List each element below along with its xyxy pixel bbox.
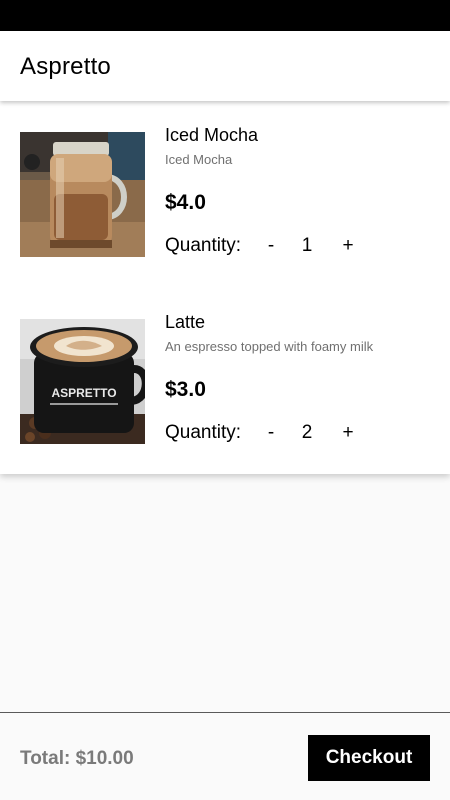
app-title: Aspretto: [20, 53, 111, 80]
item-name: Latte: [165, 312, 206, 332]
quantity-value: 2: [301, 422, 313, 443]
item-price: $3.0: [165, 378, 206, 401]
quantity-stepper: Quantity: - 1 +: [165, 235, 425, 259]
quantity-stepper: Quantity: - 2 +: [165, 422, 425, 446]
checkout-bar: Total: $10.00 Checkout: [0, 712, 450, 800]
item-price: $4.0: [165, 191, 206, 214]
item-description: An espresso topped with foamy milk: [165, 339, 374, 354]
status-bar: [0, 0, 450, 31]
checkout-button[interactable]: Checkout: [308, 735, 430, 781]
mug-brand-text: ASPRETTO: [51, 386, 116, 400]
increase-quantity-button[interactable]: +: [340, 422, 356, 444]
quantity-label: Quantity:: [165, 235, 242, 256]
item-description: Iced Mocha: [165, 152, 233, 167]
item-name: Iced Mocha: [165, 125, 259, 145]
order-total: Total: $10.00: [20, 748, 134, 769]
cart-item-latte: ASPRETTO Latte An espresso topped with f…: [0, 312, 450, 469]
quantity-value: 1: [301, 235, 313, 256]
quantity-label: Quantity:: [165, 422, 242, 443]
decrease-quantity-button[interactable]: -: [265, 422, 277, 444]
decrease-quantity-button[interactable]: -: [265, 235, 277, 257]
iced-mocha-image: [20, 132, 145, 257]
cart-list: Iced Mocha Iced Mocha $4.0 Quantity: - 1…: [0, 101, 450, 474]
latte-image: ASPRETTO: [20, 319, 145, 444]
cart-item-iced-mocha: Iced Mocha Iced Mocha $4.0 Quantity: - 1…: [0, 125, 450, 282]
increase-quantity-button[interactable]: +: [340, 235, 356, 257]
app-bar: Aspretto: [0, 31, 450, 101]
